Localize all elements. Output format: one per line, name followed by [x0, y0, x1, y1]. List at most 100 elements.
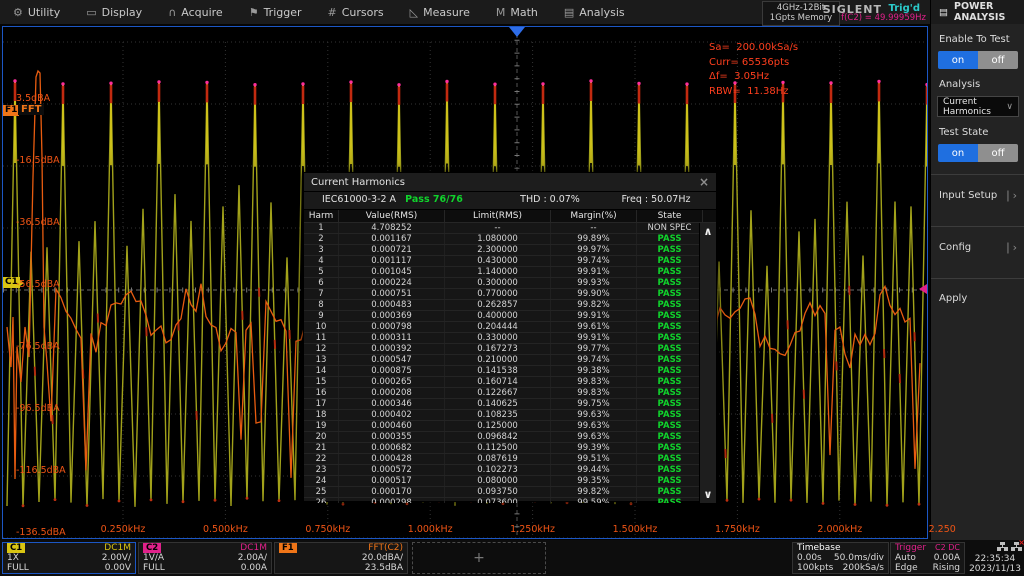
- menu-item-measure[interactable]: ◺Measure: [397, 0, 483, 24]
- c2-scale: 2.00A/: [238, 553, 267, 563]
- enable-to-test-toggle[interactable]: on off: [938, 51, 1018, 69]
- c1-offset: 0.00V: [105, 563, 131, 573]
- timebase-points: 100kpts: [797, 563, 833, 573]
- x-axis-tick-label: 2.250: [929, 524, 956, 535]
- divider: [931, 174, 1024, 175]
- f1-offset: 23.5dBA: [365, 563, 403, 573]
- menu-item-label: Math: [510, 6, 538, 19]
- flag-icon: ⚑: [249, 6, 259, 19]
- x-axis-tick-label: 2.000kHz: [817, 524, 862, 535]
- harmonic-row: 160.0002080.12266799.83%PASS: [304, 388, 716, 399]
- enable-off-button[interactable]: off: [978, 51, 1018, 69]
- enable-to-test-label: Enable To Test: [939, 34, 1024, 45]
- x-axis-tick-label: 1.250kHz: [510, 524, 555, 535]
- apply-item[interactable]: Apply: [939, 293, 1017, 304]
- channel-c2-box[interactable]: C2DC1M 1V/A2.00A/ FULL0.00A: [138, 542, 272, 574]
- scroll-down-icon[interactable]: ∨: [700, 488, 716, 501]
- panel-title: POWER ANALYSIS: [954, 1, 1024, 23]
- trigger-mode: Auto: [895, 553, 916, 563]
- y-axis-tick-label: -76.5dBA: [16, 341, 60, 352]
- c2-bandwidth: FULL: [143, 563, 165, 573]
- harmonic-row: 250.0001700.09375099.82%PASS: [304, 487, 716, 498]
- menu-item-analysis[interactable]: ▤Analysis: [551, 0, 638, 24]
- frequency-counter: f(C2) = 49.99959Hz: [841, 13, 926, 23]
- scroll-up-icon[interactable]: ∧: [700, 225, 716, 238]
- menu-item-label: Analysis: [579, 6, 624, 19]
- thd-value: THD : 0.07%: [500, 194, 600, 205]
- menu-item-label: Acquire: [181, 6, 222, 19]
- freq-value: Freq : 50.07Hz: [604, 194, 708, 205]
- apply-label: Apply: [939, 293, 967, 304]
- menu-item-acquire[interactable]: ∩ Acquire: [155, 0, 236, 24]
- menu-item-cursors[interactable]: #Cursors: [315, 0, 397, 24]
- trigger-source: C2 DC: [935, 543, 960, 553]
- col-state: State: [637, 210, 703, 222]
- dialog-summary-row: IEC61000-3-2 A Pass 76/76 THD : 0.07% Fr…: [304, 192, 716, 210]
- enable-on-button[interactable]: on: [938, 51, 978, 69]
- dialog-title: Current Harmonics: [311, 177, 405, 188]
- analysis-value: Current Harmonics: [943, 97, 1006, 117]
- timebase-scale: 50.0ms/div: [834, 553, 884, 563]
- menu-item-display[interactable]: ▭Display: [73, 0, 155, 24]
- timebase-box[interactable]: Timebase 0.00s 50.0ms/div 100kpts 200kSa/s: [792, 542, 889, 574]
- test-state-toggle[interactable]: on off: [938, 144, 1018, 162]
- trigger-level-marker[interactable]: [919, 284, 927, 294]
- menu-item-label: Utility: [28, 6, 60, 19]
- harmonic-row: 210.0006820.11250099.39%PASS: [304, 443, 716, 454]
- harmonic-row: 70.0007510.77000099.90%PASS: [304, 289, 716, 300]
- col-value: Value(RMS): [339, 210, 445, 222]
- harmonic-row: 220.0004280.08761999.51%PASS: [304, 454, 716, 465]
- x-axis-tick-label: 0.250kHz: [101, 524, 146, 535]
- plus-icon: +: [473, 550, 485, 566]
- harmonic-row: 150.0002650.16071499.83%PASS: [304, 377, 716, 388]
- trigger-box[interactable]: TriggerC2 DC Auto0.00A EdgeRising: [890, 542, 965, 574]
- math-icon: M: [496, 6, 506, 19]
- cursors-icon: #: [328, 6, 337, 19]
- f1-position-marker[interactable]: F1: [3, 105, 19, 116]
- test-state-on-button[interactable]: on: [938, 144, 978, 162]
- menu-item-math[interactable]: M Math: [483, 0, 551, 24]
- c1-badge: C1: [7, 543, 25, 553]
- y-axis-tick-label: -136.5dBA: [16, 527, 66, 538]
- test-state-off-button[interactable]: off: [978, 144, 1018, 162]
- harmonic-row: 60.0002240.30000099.93%PASS: [304, 278, 716, 289]
- timebase-delay: 0.00s: [797, 553, 822, 563]
- x-axis-tick-label: 0.500kHz: [203, 524, 248, 535]
- menu-item-trigger[interactable]: ⚑Trigger: [236, 0, 315, 24]
- y-axis-tick-label: -36.5dBA: [16, 217, 60, 228]
- scrollbar[interactable]: ∧ ∨: [699, 223, 716, 503]
- harmonic-row: 170.0003460.14062599.75%PASS: [304, 399, 716, 410]
- menu-item-label: Measure: [423, 6, 470, 19]
- timebase-title: Timebase: [797, 543, 840, 553]
- analysis-dropdown[interactable]: Current Harmonics ∨: [937, 96, 1019, 117]
- trigger-slope: Rising: [933, 563, 960, 573]
- y-axis-tick-label: -96.5dBA: [16, 403, 60, 414]
- config-item[interactable]: Config ❘›: [939, 241, 1017, 254]
- math-f1-box[interactable]: F1FFT(C2) 20.0dBA/ 23.5dBA: [274, 542, 408, 574]
- harmonic-row: 240.0005170.08000099.35%PASS: [304, 476, 716, 487]
- acquire-icon: ∩: [168, 6, 176, 19]
- trigger-position-marker[interactable]: [509, 27, 525, 37]
- panel-header: ▤ POWER ANALYSIS: [931, 0, 1024, 24]
- f1-trace-label: FFT: [18, 104, 44, 115]
- harmonic-row: 140.0008750.14153899.38%PASS: [304, 366, 716, 377]
- harmonic-row: 50.0010451.14000099.91%PASS: [304, 267, 716, 278]
- sample-rate: 200kSa/s: [843, 563, 884, 573]
- f1-badge: F1: [279, 543, 297, 553]
- c1-bandwidth: FULL: [7, 563, 29, 573]
- close-icon[interactable]: ×: [699, 175, 709, 189]
- channel-c1-box[interactable]: C1DC1M 1X2.00V/ FULL0.00V: [2, 542, 136, 574]
- analysis-label: Analysis: [939, 79, 1024, 90]
- test-state-label: Test State: [939, 127, 1024, 138]
- c1-scale: 2.00V/: [102, 553, 131, 563]
- x-axis-tick-label: 1.500kHz: [613, 524, 658, 535]
- harmonic-row: 200.0003550.09684299.63%PASS: [304, 432, 716, 443]
- add-channel-button[interactable]: +: [412, 542, 546, 574]
- dialog-title-bar[interactable]: Current Harmonics ×: [304, 173, 716, 192]
- c1-coupling: DC1M: [104, 543, 131, 553]
- menu-item-utility[interactable]: ⚙Utility: [0, 0, 73, 24]
- y-axis-tick-label: -116.5dBA: [16, 465, 66, 476]
- input-setup-item[interactable]: Input Setup ❘›: [939, 189, 1017, 202]
- harmonic-row: 90.0003690.40000099.91%PASS: [304, 311, 716, 322]
- divider: [931, 226, 1024, 227]
